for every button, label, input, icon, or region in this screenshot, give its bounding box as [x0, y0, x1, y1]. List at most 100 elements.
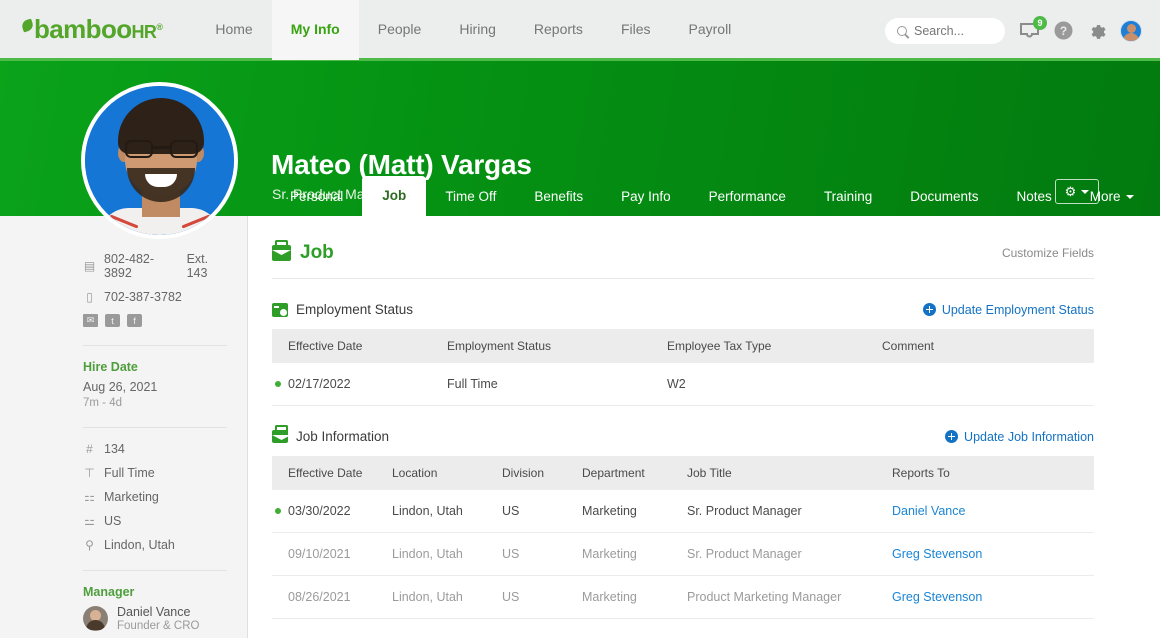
profile-header: Mateo (Matt) Vargas Sr. Product Manager …: [0, 61, 1160, 239]
nav-item-payroll[interactable]: Payroll: [670, 0, 751, 60]
col-employee-tax-type: Employee Tax Type: [667, 329, 882, 363]
logo-text: bamboo: [34, 13, 132, 44]
mobile-phone-row: ▯ 702-387-3782: [83, 290, 227, 304]
nav-item-hiring[interactable]: Hiring: [440, 0, 515, 60]
cell-comment: [882, 363, 1094, 406]
employment-status-table-body: 02/17/2022 Full Time W2: [272, 363, 1094, 406]
effective-date-value: 02/17/2022: [288, 377, 351, 391]
update-job-information-label: Update Job Information: [964, 429, 1094, 444]
plus-circle-icon: [945, 430, 959, 443]
top-navigation-bar: bamboo HR ® Home My Info People Hiring Rep…: [0, 0, 1160, 61]
table-header-row: Effective Date Location Division Departm…: [272, 456, 1094, 490]
registered-mark: ®: [156, 21, 163, 32]
cell-reports-to[interactable]: Greg Stevenson: [892, 532, 1094, 576]
id-badge-icon: [272, 302, 288, 317]
search-input[interactable]: [914, 23, 999, 38]
update-employment-status-label: Update Employment Status: [941, 302, 1094, 317]
manager-block: Manager Daniel Vance Founder & CRO: [83, 585, 227, 632]
profile-tabs: Personal Job Time Off Benefits Pay Info …: [271, 176, 1153, 216]
tab-personal[interactable]: Personal: [271, 178, 362, 216]
department-value: Marketing: [104, 490, 159, 504]
nav-item-home[interactable]: Home: [196, 0, 271, 60]
attribute-department: ⚏ Marketing: [83, 490, 227, 504]
division-value: US: [104, 514, 122, 528]
tab-notes[interactable]: Notes: [998, 178, 1071, 216]
tab-job[interactable]: Job: [362, 176, 427, 216]
table-row[interactable]: 08/26/2021 Lindon, Utah US Marketing Pro…: [272, 575, 1094, 619]
table-row[interactable]: 02/17/2022 Full Time W2: [272, 363, 1094, 406]
job-information-title-group: Job Information: [272, 425, 390, 444]
employment-type-value: Full Time: [104, 466, 155, 480]
facebook-icon[interactable]: f: [127, 314, 142, 327]
nav-item-files[interactable]: Files: [602, 0, 670, 60]
help-icon-button[interactable]: ?: [1054, 21, 1073, 40]
hash-icon: #: [86, 442, 93, 456]
tab-more[interactable]: More: [1071, 178, 1153, 216]
tab-benefits[interactable]: Benefits: [515, 178, 602, 216]
job-information-table: Effective Date Location Division Departm…: [272, 456, 1094, 619]
sidebar-divider-1: [83, 345, 227, 346]
attribute-division: ⚍ US: [83, 514, 227, 528]
manager-name: Daniel Vance: [117, 605, 191, 619]
job-information-title: Job Information: [296, 429, 390, 444]
hire-date-label: Hire Date: [83, 360, 138, 374]
cell-division: US: [502, 490, 582, 533]
col-reports-to: Reports To: [892, 456, 1094, 490]
tab-time-off[interactable]: Time Off: [426, 178, 515, 216]
twitter-icon[interactable]: t: [105, 314, 120, 327]
employment-status-table-head: Effective Date Employment Status Employe…: [272, 329, 1094, 363]
department-icon: ⚏: [84, 490, 95, 504]
tab-pay-info[interactable]: Pay Info: [602, 178, 690, 216]
inbox-icon-button[interactable]: 9: [1019, 15, 1047, 40]
cell-effective-date: 08/26/2021: [272, 575, 392, 619]
update-employment-status-button[interactable]: Update Employment Status: [922, 302, 1094, 317]
main-content: Job Customize Fields Employment Status U…: [248, 216, 1160, 638]
social-links: ✉ t f: [83, 314, 227, 327]
office-phone-icon: ▤: [83, 259, 96, 273]
employment-status-title: Employment Status: [296, 302, 414, 317]
svg-text:?: ?: [1060, 24, 1067, 38]
employment-status-section: Employment Status Update Employment Stat…: [272, 302, 1094, 406]
search-box[interactable]: [885, 17, 1005, 44]
cell-department: Marketing: [582, 490, 687, 533]
col-job-title: Job Title: [687, 456, 892, 490]
tab-training[interactable]: Training: [805, 178, 891, 216]
mobile-phone-value: 702-387-3782: [104, 290, 182, 304]
nav-item-people[interactable]: People: [359, 0, 441, 60]
cell-reports-to[interactable]: Daniel Vance: [892, 490, 1094, 533]
current-record-dot: [275, 381, 281, 387]
manager-row[interactable]: Daniel Vance Founder & CRO: [83, 605, 227, 632]
nav-item-my-info[interactable]: My Info: [271, 0, 359, 60]
employee-photo[interactable]: [81, 82, 238, 239]
manager-avatar: [83, 606, 108, 631]
nav-item-reports[interactable]: Reports: [515, 0, 602, 60]
settings-icon-button[interactable]: [1087, 21, 1106, 40]
attribute-location: ⚲ Lindon, Utah: [83, 538, 227, 552]
table-row[interactable]: 03/30/2022 Lindon, Utah US Marketing Sr.…: [272, 490, 1094, 533]
update-job-information-button[interactable]: Update Job Information: [945, 430, 1094, 444]
cell-location: Lindon, Utah: [392, 490, 502, 533]
nav-right-cluster: 9 ?: [885, 0, 1142, 61]
tab-documents[interactable]: Documents: [891, 178, 997, 216]
table-header-row: Effective Date Employment Status Employe…: [272, 329, 1094, 363]
gear-icon: [1091, 24, 1106, 39]
bamboohr-logo[interactable]: bamboo HR ®: [20, 13, 163, 45]
col-department: Department: [582, 456, 687, 490]
customize-fields-link[interactable]: Customize Fields: [1002, 246, 1094, 260]
employment-status-title-group: Employment Status: [272, 302, 413, 317]
email-icon[interactable]: ✉: [83, 314, 98, 327]
cell-effective-date: 03/30/2022: [272, 490, 392, 533]
help-icon: ?: [1054, 21, 1073, 40]
cell-employee-tax-type: W2: [667, 363, 882, 406]
employee-number-value: 134: [104, 442, 125, 456]
account-avatar[interactable]: [1120, 19, 1142, 42]
table-row[interactable]: 09/10/2021 Lindon, Utah US Marketing Sr.…: [272, 532, 1094, 576]
tab-performance[interactable]: Performance: [690, 178, 805, 216]
cell-job-title: Sr. Product Manager: [687, 532, 892, 576]
logo-suffix: HR: [131, 21, 157, 42]
attribute-employee-number: # 134: [83, 442, 227, 456]
chevron-down-icon: [1125, 195, 1134, 199]
cell-reports-to[interactable]: Greg Stevenson: [892, 575, 1094, 619]
hire-date-block: Hire Date Aug 26, 2021 7m - 4d: [83, 360, 227, 409]
page-body: ▤ 802-482-3892 Ext. 143 ▯ 702-387-3782 ✉…: [0, 216, 1160, 638]
